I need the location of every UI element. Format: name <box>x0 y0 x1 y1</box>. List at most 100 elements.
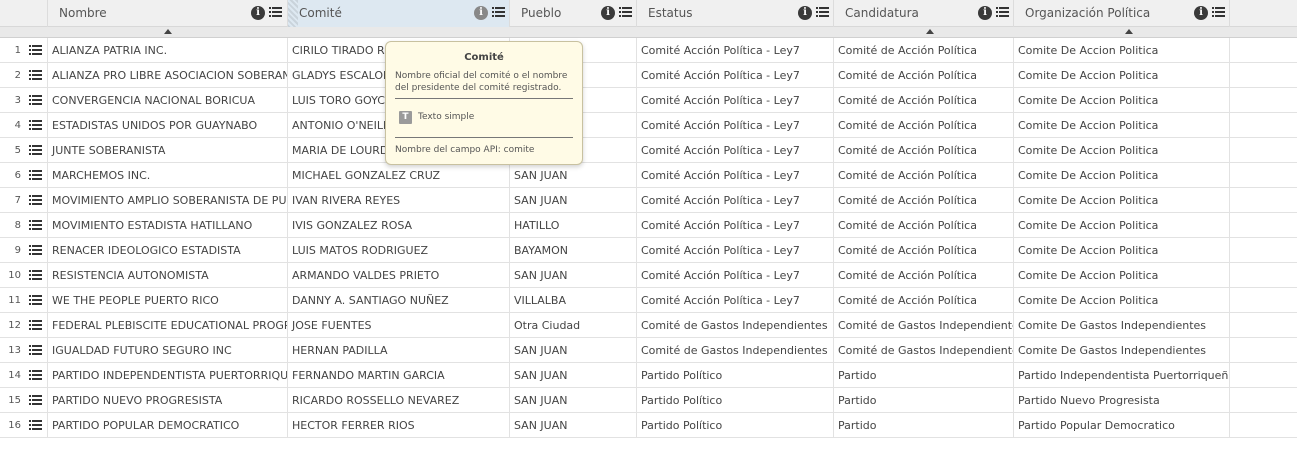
cell-candidatura[interactable]: Comité de Acción Política <box>834 188 1014 213</box>
cell-org[interactable]: Comite De Accion Politica <box>1014 288 1230 313</box>
info-icon[interactable]: i <box>978 6 992 20</box>
sort-asc-icon[interactable] <box>926 29 934 34</box>
row-menu-icon[interactable] <box>29 170 42 181</box>
row-menu-icon[interactable] <box>29 295 42 306</box>
cell-estatus[interactable]: Comité Acción Política - Ley7 <box>637 288 834 313</box>
cell-org[interactable]: Comite De Accion Politica <box>1014 188 1230 213</box>
cell-org[interactable]: Comite De Gastos Independientes <box>1014 313 1230 338</box>
cell-estatus[interactable]: Partido Político <box>637 413 834 438</box>
cell-estatus[interactable]: Comité Acción Política - Ley7 <box>637 213 834 238</box>
cell-nombre[interactable]: ALIANZA PATRIA INC. <box>48 38 288 63</box>
cell-estatus[interactable]: Comité Acción Política - Ley7 <box>637 238 834 263</box>
column-menu-icon[interactable] <box>269 7 282 18</box>
table-row[interactable]: 9 RENACER IDEOLOGICO ESTADISTA LUIS MATOS … <box>0 238 1297 263</box>
row-menu-icon[interactable] <box>29 70 42 81</box>
cell-comite[interactable]: RICARDO ROSSELLO NEVAREZ <box>288 388 510 413</box>
cell-pueblo[interactable]: SAN JUAN <box>510 263 637 288</box>
cell-candidatura[interactable]: Comité de Gastos Independientes <box>834 313 1014 338</box>
cell-nombre[interactable]: MOVIMIENTO ESTADISTA HATILLANO <box>48 213 288 238</box>
cell-candidatura[interactable]: Comité de Gastos Independientes <box>834 338 1014 363</box>
table-row[interactable]: 12 FEDERAL PLEBISCITE EDUCATIONAL PROGRAM… <box>0 313 1297 338</box>
column-header-estatus[interactable]: Estatus i <box>637 0 834 27</box>
cell-nombre[interactable]: JUNTE SOBERANISTA <box>48 138 288 163</box>
cell-nombre[interactable]: IGUALDAD FUTURO SEGURO INC <box>48 338 288 363</box>
table-row[interactable]: 13 IGUALDAD FUTURO SEGURO INC HERNAN PADIL… <box>0 338 1297 363</box>
cell-pueblo[interactable]: SAN JUAN <box>510 163 637 188</box>
cell-candidatura[interactable]: Comité de Acción Política <box>834 63 1014 88</box>
cell-nombre[interactable]: PARTIDO POPULAR DEMOCRATICO <box>48 413 288 438</box>
sort-asc-icon[interactable] <box>164 29 172 34</box>
cell-pueblo[interactable]: Otra Ciudad <box>510 313 637 338</box>
cell-candidatura[interactable]: Partido <box>834 388 1014 413</box>
cell-org[interactable]: Comite De Accion Politica <box>1014 63 1230 88</box>
cell-comite[interactable]: FERNANDO MARTIN GARCIA <box>288 363 510 388</box>
cell-nombre[interactable]: CONVERGENCIA NACIONAL BORICUA <box>48 88 288 113</box>
cell-comite[interactable]: LUIS MATOS RODRIGUEZ <box>288 238 510 263</box>
row-menu-icon[interactable] <box>29 195 42 206</box>
info-icon[interactable]: i <box>601 6 615 20</box>
cell-candidatura[interactable]: Comité de Acción Política <box>834 38 1014 63</box>
cell-org[interactable]: Comite De Accion Politica <box>1014 138 1230 163</box>
column-menu-icon[interactable] <box>1212 7 1225 18</box>
info-icon[interactable]: i <box>798 6 812 20</box>
column-menu-icon[interactable] <box>492 7 505 18</box>
sort-asc-icon[interactable] <box>1125 29 1133 34</box>
cell-pueblo[interactable]: BAYAMON <box>510 238 637 263</box>
table-row[interactable]: 11 WE THE PEOPLE PUERTO RICO DANNY A. SANT… <box>0 288 1297 313</box>
cell-estatus[interactable]: Comité de Gastos Independientes <box>637 313 834 338</box>
table-row[interactable]: 16 PARTIDO POPULAR DEMOCRATICO HECTOR FERR… <box>0 413 1297 438</box>
cell-candidatura[interactable]: Comité de Acción Política <box>834 88 1014 113</box>
cell-comite[interactable]: MICHAEL GONZALEZ CRUZ <box>288 163 510 188</box>
cell-estatus[interactable]: Comité Acción Política - Ley7 <box>637 63 834 88</box>
cell-comite[interactable]: IVAN RIVERA REYES <box>288 188 510 213</box>
table-row[interactable]: 1 ALIANZA PATRIA INC. CIRILO TIRADO RIVERA… <box>0 38 1297 63</box>
column-menu-icon[interactable] <box>816 7 829 18</box>
table-row[interactable]: 15 PARTIDO NUEVO PROGRESISTA RICARDO ROSSE… <box>0 388 1297 413</box>
cell-pueblo[interactable]: SAN JUAN <box>510 363 637 388</box>
cell-comite[interactable]: JOSE FUENTES <box>288 313 510 338</box>
cell-estatus[interactable]: Comité Acción Política - Ley7 <box>637 188 834 213</box>
cell-estatus[interactable]: Comité de Gastos Independientes <box>637 338 834 363</box>
cell-org[interactable]: Partido Independentista Puertorriqueño <box>1014 363 1230 388</box>
cell-estatus[interactable]: Comité Acción Política - Ley7 <box>637 88 834 113</box>
cell-estatus[interactable]: Comité Acción Política - Ley7 <box>637 163 834 188</box>
cell-nombre[interactable]: RESISTENCIA AUTONOMISTA <box>48 263 288 288</box>
row-menu-icon[interactable] <box>29 220 42 231</box>
cell-estatus[interactable]: Comité Acción Política - Ley7 <box>637 113 834 138</box>
cell-estatus[interactable]: Comité Acción Política - Ley7 <box>637 38 834 63</box>
table-row[interactable]: 8 MOVIMIENTO ESTADISTA HATILLANO IVIS GONZ… <box>0 213 1297 238</box>
cell-org[interactable]: Comite De Accion Politica <box>1014 88 1230 113</box>
cell-comite[interactable]: ARMANDO VALDES PRIETO <box>288 263 510 288</box>
column-header-nombre[interactable]: Nombre i <box>48 0 288 27</box>
resize-handle[interactable] <box>288 0 298 27</box>
cell-pueblo[interactable]: VILLALBA <box>510 288 637 313</box>
cell-org[interactable]: Comite De Accion Politica <box>1014 163 1230 188</box>
table-row[interactable]: 7 MOVIMIENTO AMPLIO SOBERANISTA DE PUERTO… <box>0 188 1297 213</box>
info-icon[interactable]: i <box>1194 6 1208 20</box>
cell-nombre[interactable]: RENACER IDEOLOGICO ESTADISTA <box>48 238 288 263</box>
cell-nombre[interactable]: PARTIDO NUEVO PROGRESISTA <box>48 388 288 413</box>
cell-nombre[interactable]: FEDERAL PLEBISCITE EDUCATIONAL PROGRAM <box>48 313 288 338</box>
info-icon[interactable]: i <box>251 6 265 20</box>
cell-comite[interactable]: IVIS GONZALEZ ROSA <box>288 213 510 238</box>
column-header-organizacion-politica[interactable]: Organización Política i <box>1014 0 1230 27</box>
row-menu-icon[interactable] <box>29 45 42 56</box>
row-menu-icon[interactable] <box>29 270 42 281</box>
column-menu-icon[interactable] <box>619 7 632 18</box>
cell-candidatura[interactable]: Comité de Acción Política <box>834 288 1014 313</box>
column-header-comite[interactable]: Comité i <box>288 0 510 27</box>
cell-org[interactable]: Comite De Accion Politica <box>1014 213 1230 238</box>
cell-org[interactable]: Partido Nuevo Progresista <box>1014 388 1230 413</box>
table-row[interactable]: 6 MARCHEMOS INC. MICHAEL GONZALEZ CRUZ SAN … <box>0 163 1297 188</box>
cell-org[interactable]: Comite De Accion Politica <box>1014 263 1230 288</box>
cell-org[interactable]: Comite De Accion Politica <box>1014 238 1230 263</box>
column-header-candidatura[interactable]: Candidatura i <box>834 0 1014 27</box>
cell-nombre[interactable]: MARCHEMOS INC. <box>48 163 288 188</box>
row-menu-icon[interactable] <box>29 95 42 106</box>
cell-nombre[interactable]: ALIANZA PRO LIBRE ASOCIACION SOBERANA IN… <box>48 63 288 88</box>
column-header-pueblo[interactable]: Pueblo i <box>510 0 637 27</box>
cell-comite[interactable]: HERNAN PADILLA <box>288 338 510 363</box>
cell-nombre[interactable]: ESTADISTAS UNIDOS POR GUAYNABO <box>48 113 288 138</box>
cell-pueblo[interactable]: SAN JUAN <box>510 338 637 363</box>
cell-nombre[interactable]: WE THE PEOPLE PUERTO RICO <box>48 288 288 313</box>
